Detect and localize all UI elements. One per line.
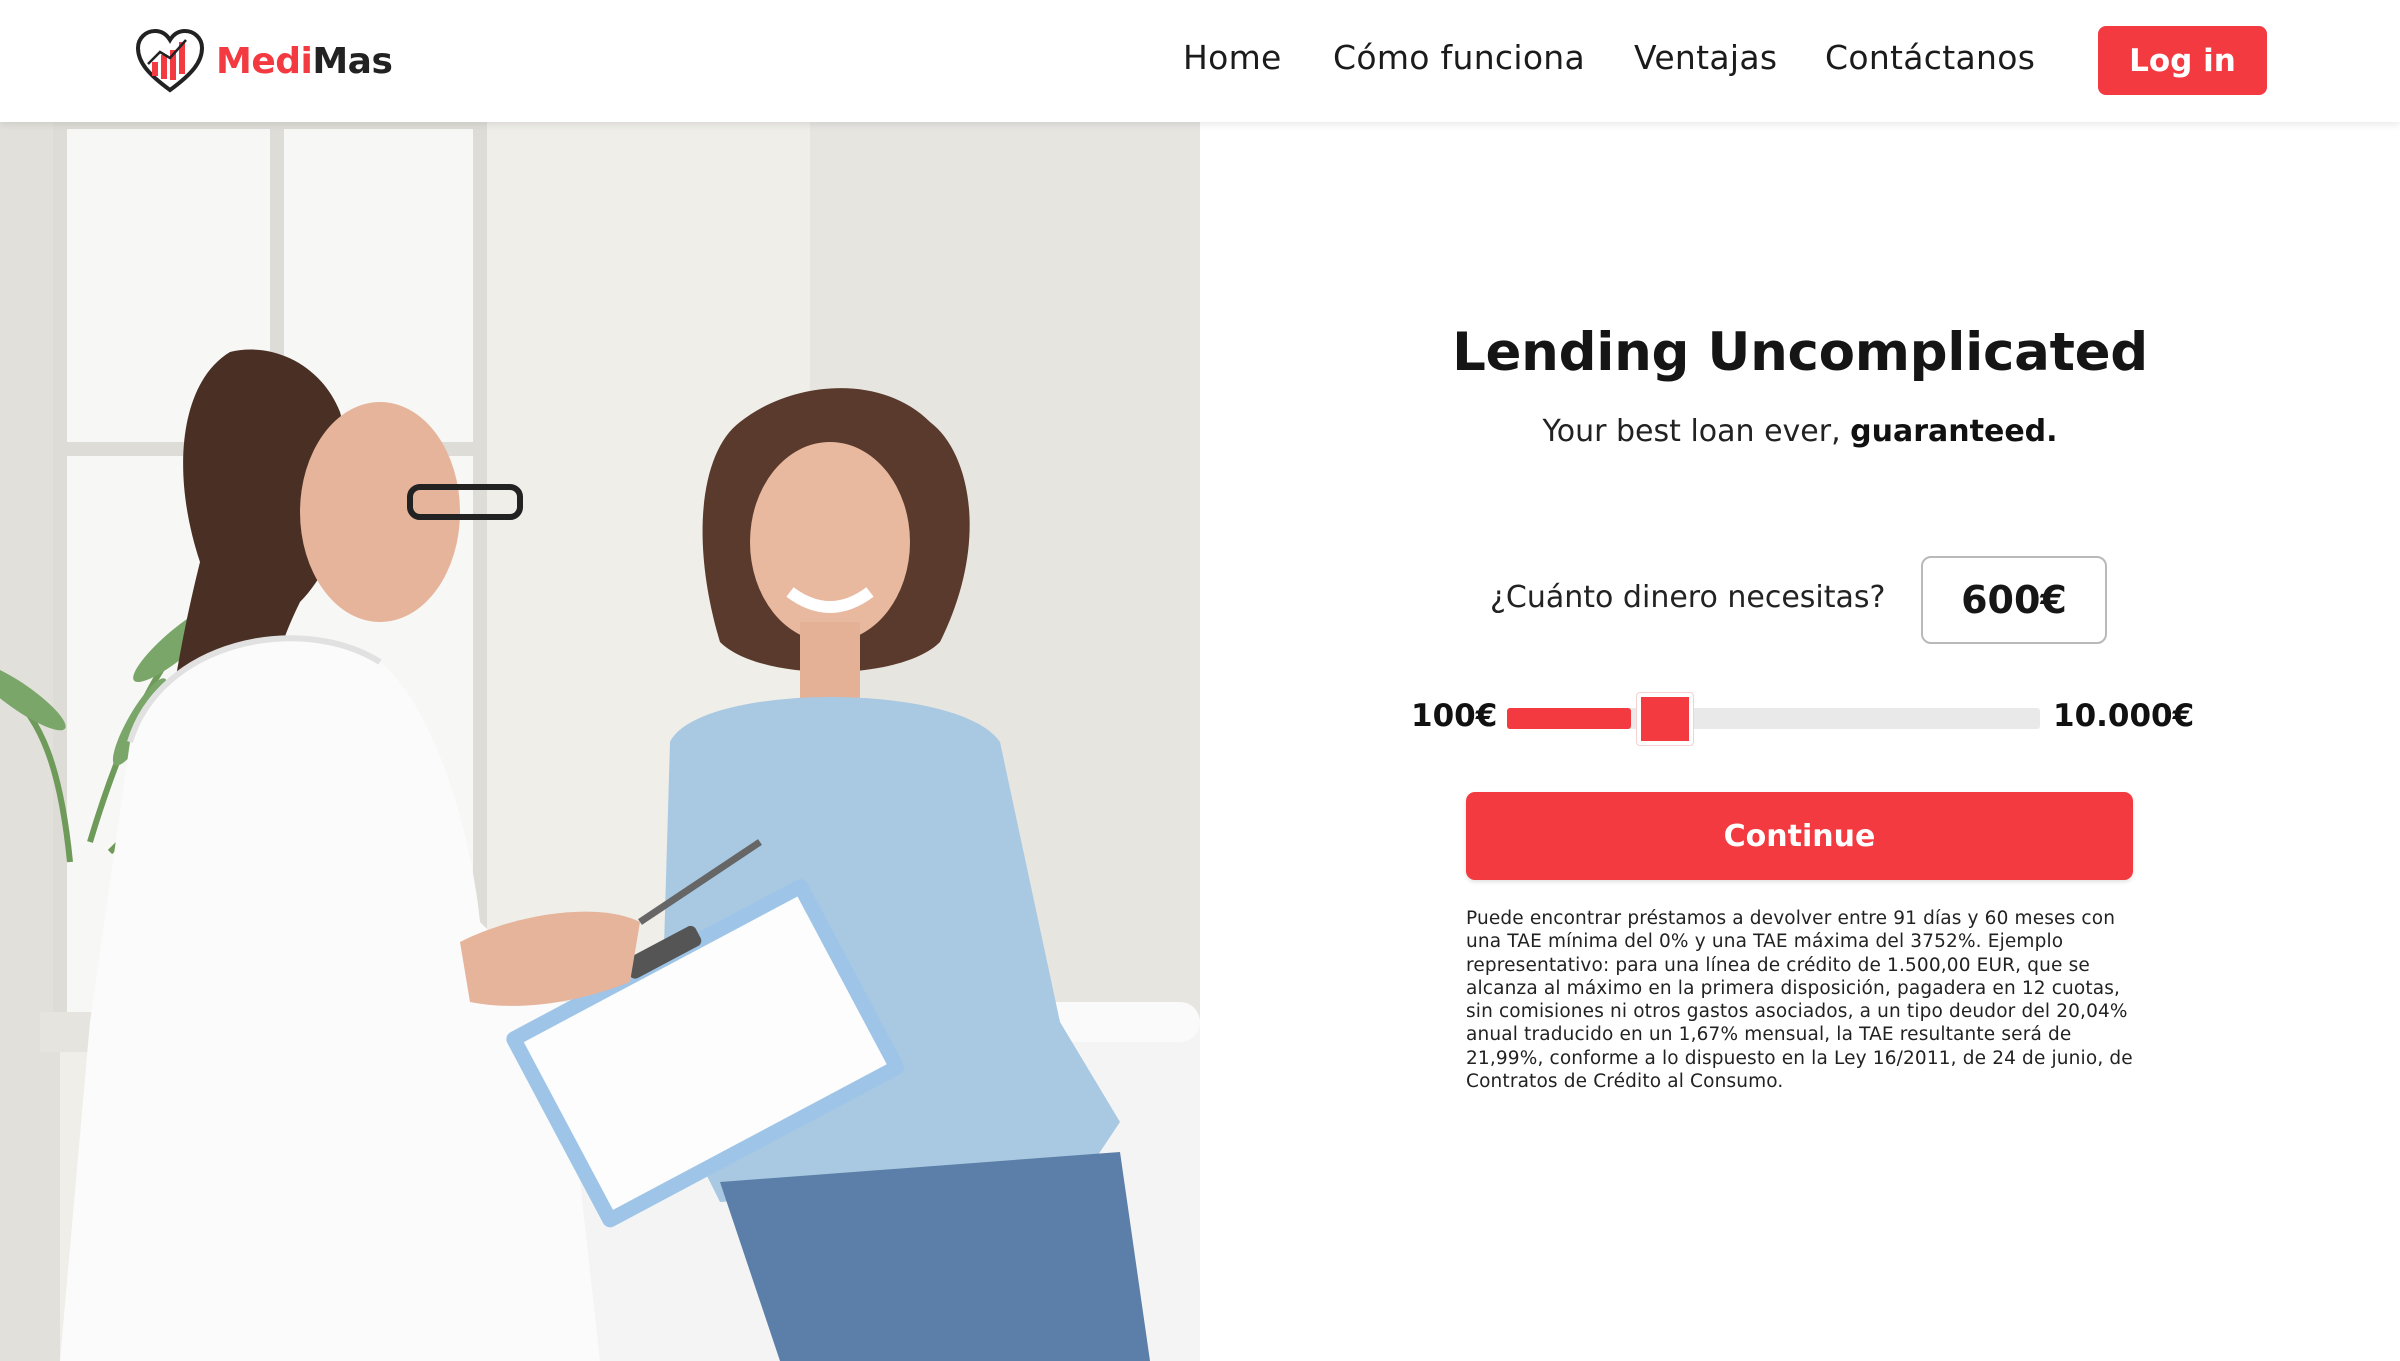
hero-subtitle: Your best loan ever, guaranteed. [1200, 414, 2400, 449]
amount-slider[interactable] [1507, 693, 2040, 745]
brand-logo[interactable]: MediMas [134, 28, 393, 94]
hero-title: Lending Uncomplicated [1452, 322, 2148, 383]
heart-bar-chart-icon [135, 28, 205, 93]
slider-thumb[interactable] [1636, 693, 1693, 745]
slider-max-label: 10.000€ [2053, 698, 2195, 734]
site-header: MediMas Home Cómo funciona Ventajas Cont… [0, 0, 2400, 122]
nav-home[interactable]: Home [1183, 38, 1282, 77]
subtitle-bold: guaranteed. [1850, 414, 2058, 449]
legal-disclaimer: Puede encontrar préstamos a devolver ent… [1466, 908, 2133, 1093]
amount-question: ¿Cuánto dinero necesitas? [1490, 580, 1886, 615]
nav-ventajas[interactable]: Ventajas [1634, 38, 1777, 77]
nav-como-funciona[interactable]: Cómo funciona [1333, 38, 1585, 77]
slider-min-label: 100€ [1411, 698, 1498, 734]
subtitle-regular: Your best loan ever, [1542, 414, 1841, 449]
hero-photo [0, 122, 1200, 1361]
amount-display[interactable]: 600€ [1921, 556, 2107, 644]
nav-contactanos[interactable]: Contáctanos [1825, 38, 2035, 77]
brand-name: MediMas [216, 40, 393, 82]
doctor-consultation-photo [0, 122, 1200, 1361]
login-button[interactable]: Log in [2098, 26, 2267, 95]
slider-fill [1507, 708, 1631, 729]
continue-button[interactable]: Continue [1466, 792, 2133, 880]
